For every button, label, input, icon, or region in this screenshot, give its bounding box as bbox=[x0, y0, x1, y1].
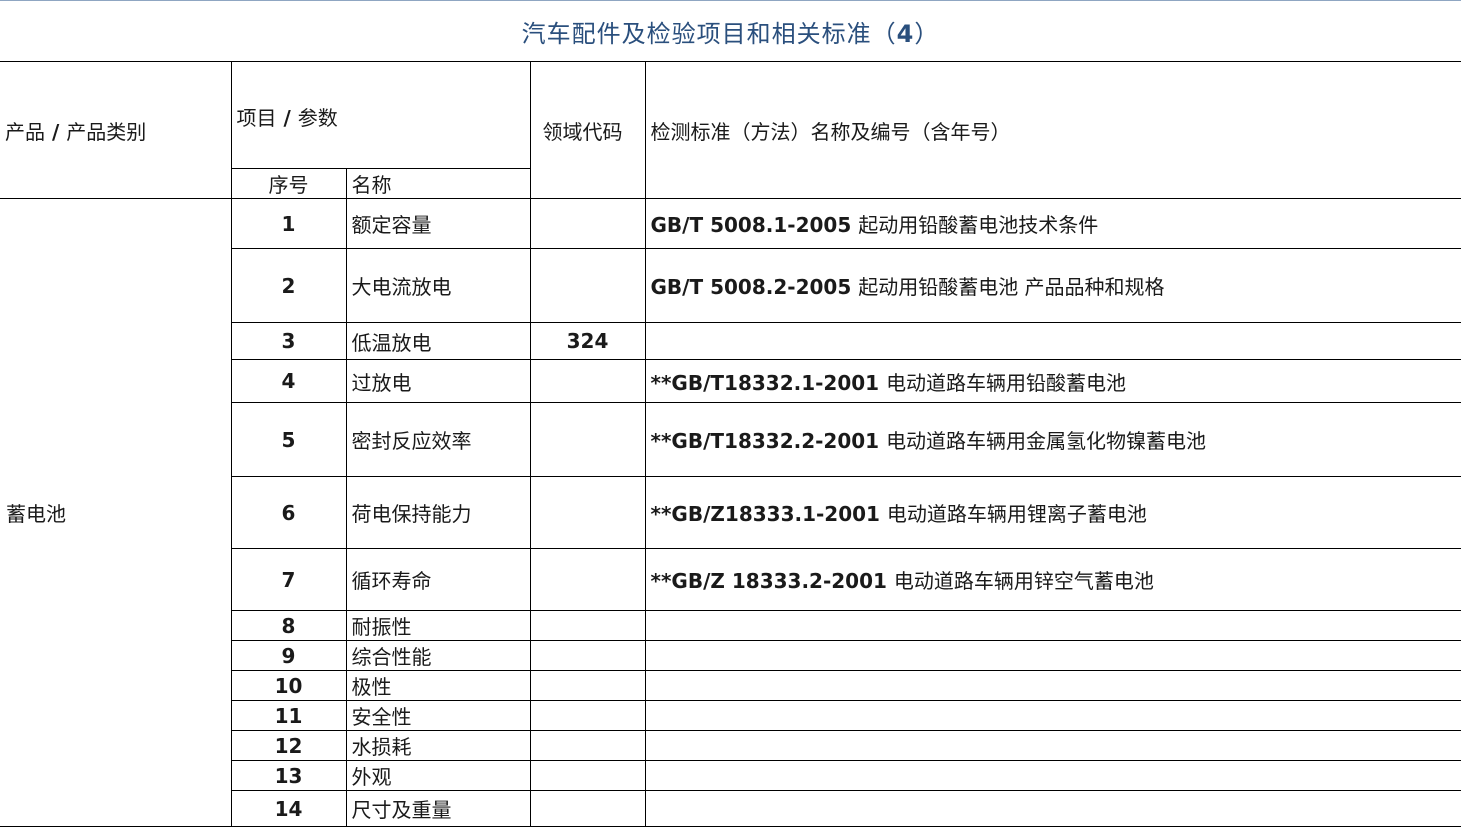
row-name: 水损耗 bbox=[345, 730, 531, 761]
row-standard: **GB/Z 18333.2-2001 电动道路车辆用锌空气蓄电池 bbox=[644, 548, 1461, 611]
row-name: 低温放电 bbox=[345, 322, 531, 360]
row-code bbox=[529, 760, 646, 791]
row-code bbox=[529, 790, 646, 827]
row-code bbox=[529, 198, 646, 249]
row-standard bbox=[644, 640, 1461, 671]
row-name: 大电流放电 bbox=[345, 248, 531, 323]
standard-code: GB/T 5008.1-2005 bbox=[650, 213, 859, 237]
row-seq: 13 bbox=[230, 760, 347, 791]
row-code bbox=[529, 248, 646, 323]
standard-title: 电动道路车辆用金属氢化物镍蓄电池 bbox=[886, 429, 1207, 453]
row-standard bbox=[644, 670, 1461, 701]
row-standard bbox=[644, 760, 1461, 791]
header-product-sep: / bbox=[45, 119, 67, 144]
title-text: 汽车配件及检验项目和相关标准（ bbox=[521, 20, 897, 48]
row-name: 密封反应效率 bbox=[345, 402, 531, 477]
row-standard bbox=[644, 730, 1461, 761]
row-code bbox=[529, 402, 646, 477]
header-product-b: 产品类别 bbox=[66, 119, 147, 144]
row-name: 耐振性 bbox=[345, 610, 531, 641]
standard-code: **GB/Z18333.1-2001 bbox=[650, 502, 887, 526]
row-name: 综合性能 bbox=[345, 640, 531, 671]
row-standard bbox=[644, 700, 1461, 731]
row-seq: 11 bbox=[230, 700, 347, 731]
standard-title: 电动道路车辆用锌空气蓄电池 bbox=[893, 569, 1154, 593]
header-seq: 序号 bbox=[230, 168, 347, 199]
standard-code: GB/T 5008.2-2005 bbox=[650, 275, 859, 299]
header-item-b: 参数 bbox=[297, 106, 338, 130]
row-seq: 8 bbox=[230, 610, 347, 641]
standard-title: 电动道路车辆用锂离子蓄电池 bbox=[886, 502, 1147, 526]
row-seq: 7 bbox=[230, 548, 347, 611]
row-name: 循环寿命 bbox=[345, 548, 531, 611]
header-code: 领域代码 bbox=[529, 61, 646, 199]
header-product: 产品 / 产品类别 bbox=[0, 61, 232, 199]
row-code bbox=[529, 476, 646, 549]
row-code bbox=[529, 700, 646, 731]
row-name: 过放电 bbox=[345, 359, 531, 403]
row-seq: 2 bbox=[230, 248, 347, 323]
row-seq: 10 bbox=[230, 670, 347, 701]
row-seq: 5 bbox=[230, 402, 347, 477]
row-name: 安全性 bbox=[345, 700, 531, 731]
row-seq: 4 bbox=[230, 359, 347, 403]
top-border-line bbox=[0, 0, 1461, 1]
title-close: ） bbox=[914, 20, 940, 48]
row-standard bbox=[644, 322, 1461, 360]
row-standard: GB/T 5008.2-2005 起动用铅酸蓄电池 产品品种和规格 bbox=[644, 248, 1461, 323]
row-standard: GB/T 5008.1-2005 起动用铅酸蓄电池技术条件 bbox=[644, 198, 1461, 249]
row-standard: **GB/T18332.2-2001 电动道路车辆用金属氢化物镍蓄电池 bbox=[644, 402, 1461, 477]
header-item-sep: / bbox=[276, 106, 298, 130]
row-code bbox=[529, 359, 646, 403]
row-standard: **GB/Z18333.1-2001 电动道路车辆用锂离子蓄电池 bbox=[644, 476, 1461, 549]
row-code: 324 bbox=[529, 322, 646, 360]
standards-table: 产品 / 产品类别 项目 / 参数 领域代码 检测标准（方法）名称及编号（含年号… bbox=[0, 61, 1461, 827]
row-seq: 14 bbox=[230, 790, 347, 827]
row-code bbox=[529, 548, 646, 611]
page-title: 汽车配件及检验项目和相关标准（4） bbox=[0, 14, 1461, 49]
standard-title: 起动用铅酸蓄电池 产品品种和规格 bbox=[858, 275, 1165, 299]
row-code bbox=[529, 610, 646, 641]
standard-title: 起动用铅酸蓄电池技术条件 bbox=[858, 213, 1099, 237]
category-cell: 蓄电池 bbox=[0, 198, 232, 827]
row-standard bbox=[644, 790, 1461, 827]
row-seq: 1 bbox=[230, 198, 347, 249]
standard-code: **GB/Z 18333.2-2001 bbox=[650, 569, 894, 593]
row-standard: **GB/T18332.1-2001 电动道路车辆用铅酸蓄电池 bbox=[644, 359, 1461, 403]
row-name: 外观 bbox=[345, 760, 531, 791]
row-code bbox=[529, 730, 646, 761]
header-item: 项目 / 参数 bbox=[230, 61, 531, 169]
standard-code: **GB/T18332.2-2001 bbox=[650, 429, 887, 453]
row-name: 额定容量 bbox=[345, 198, 531, 249]
header-standard: 检测标准（方法）名称及编号（含年号） bbox=[644, 61, 1461, 199]
row-seq: 12 bbox=[230, 730, 347, 761]
header-item-a: 项目 bbox=[236, 106, 277, 130]
row-seq: 3 bbox=[230, 322, 347, 360]
row-name: 荷电保持能力 bbox=[345, 476, 531, 549]
row-code bbox=[529, 640, 646, 671]
header-product-a: 产品 bbox=[5, 119, 45, 144]
row-code bbox=[529, 670, 646, 701]
table-row: 蓄电池 1 额定容量 GB/T 5008.1-2005 起动用铅酸蓄电池技术条件 bbox=[0, 198, 1461, 827]
standard-code: **GB/T18332.1-2001 bbox=[650, 370, 887, 395]
title-number: 4 bbox=[896, 20, 915, 48]
row-standard bbox=[644, 610, 1461, 641]
row-name: 尺寸及重量 bbox=[345, 790, 531, 827]
header-name: 名称 bbox=[345, 168, 531, 199]
row-name: 极性 bbox=[345, 670, 531, 701]
row-seq: 6 bbox=[230, 476, 347, 549]
standard-title: 电动道路车辆用铅酸蓄电池 bbox=[886, 370, 1127, 395]
row-seq: 9 bbox=[230, 640, 347, 671]
